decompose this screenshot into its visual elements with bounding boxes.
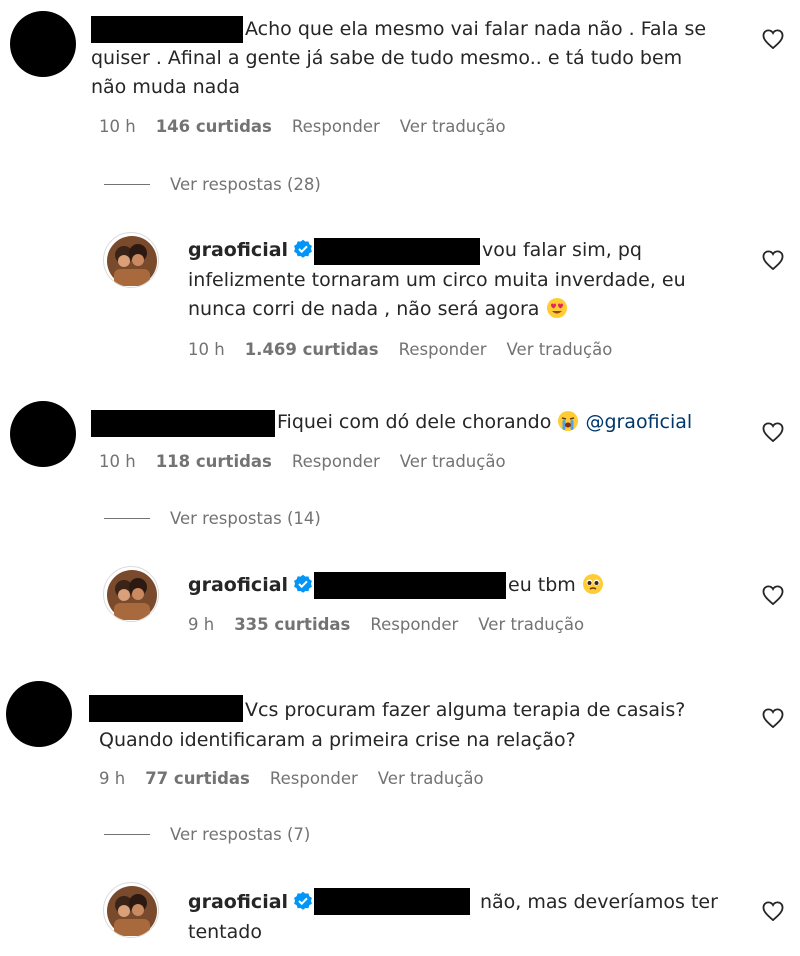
translate-button[interactable]: Ver tradução: [478, 615, 584, 634]
verified-badge-icon: [294, 891, 312, 910]
reply-button[interactable]: Responder: [399, 340, 487, 359]
translate-button[interactable]: Ver tradução: [378, 769, 484, 788]
heart-icon[interactable]: [762, 901, 784, 921]
heart-icon[interactable]: [762, 708, 784, 728]
redacted-username: [89, 695, 243, 722]
comment-text-line: Fiquei com dó dele chorando: [277, 411, 552, 433]
avatar-graoficial[interactable]: [103, 882, 159, 938]
translate-button[interactable]: Ver tradução: [400, 117, 506, 136]
reply-text: nunca corri de nada , não será agora: [188, 295, 568, 324]
likes-count[interactable]: 118 curtidas: [156, 452, 272, 471]
timestamp: 10 h: [99, 117, 136, 136]
timestamp: 10 h: [99, 452, 136, 471]
timestamp: 9 h: [188, 615, 215, 634]
divider: [104, 518, 150, 519]
verified-badge-icon: [294, 239, 312, 258]
redacted-username: [91, 410, 275, 437]
view-replies-label: Ver respostas (14): [170, 509, 321, 528]
view-replies-button[interactable]: Ver respostas (28): [104, 175, 321, 194]
divider: [104, 184, 150, 185]
username[interactable]: graoficial: [188, 574, 288, 596]
likes-count[interactable]: 1.469 curtidas: [245, 340, 379, 359]
translate-button[interactable]: Ver tradução: [400, 452, 506, 471]
view-replies-label: Ver respostas (28): [170, 175, 321, 194]
comment-text: Quando identificaram a primeira crise na…: [99, 729, 576, 751]
avatar-graoficial[interactable]: [103, 566, 159, 622]
reply-text: vou falar sim, pq: [482, 239, 642, 261]
heart-icon[interactable]: [762, 250, 784, 270]
comment-text: Acho que ela mesmo vai falar nada não . …: [245, 18, 707, 40]
reply-text: graoficial: [188, 236, 317, 265]
likes-count[interactable]: 77 curtidas: [145, 769, 250, 788]
comment-text: quiser . Afinal a gente já sabe de tudo …: [91, 47, 683, 69]
comment-meta: 9 h 77 curtidas Responder Ver tradução: [99, 769, 504, 788]
comment-meta: 10 h 118 curtidas Responder Ver tradução: [99, 452, 526, 471]
reply-button[interactable]: Responder: [292, 117, 380, 136]
reply-button[interactable]: Responder: [370, 615, 458, 634]
reply-text: não, mas deveríamos ter: [480, 891, 718, 913]
profile-photo-icon: [107, 236, 157, 286]
redacted-username: [91, 16, 243, 43]
heart-eyes-emoji-icon: [546, 298, 567, 318]
redacted-username: [314, 572, 506, 599]
likes-count[interactable]: 146 curtidas: [156, 117, 272, 136]
view-replies-label: Ver respostas (7): [170, 825, 311, 844]
avatar-graoficial[interactable]: [103, 232, 159, 288]
divider: [104, 834, 150, 835]
likes-count[interactable]: 335 curtidas: [234, 615, 350, 634]
heart-icon[interactable]: [762, 422, 784, 442]
heart-icon[interactable]: [762, 29, 784, 49]
profile-photo-icon: [107, 570, 157, 620]
reply-text: infelizmente tornaram um circo muita inv…: [188, 269, 686, 291]
reply-button[interactable]: Responder: [270, 769, 358, 788]
comment-text: Vcs procuram fazer alguma terapia de cas…: [245, 699, 686, 721]
reply-meta: 10 h 1.469 curtidas Responder Ver traduç…: [188, 340, 632, 359]
mention-link[interactable]: @graoficial: [585, 411, 692, 433]
reply-text: eu tbm: [508, 571, 604, 600]
view-replies-button[interactable]: Ver respostas (7): [104, 825, 310, 844]
translate-button[interactable]: Ver tradução: [507, 340, 613, 359]
verified-badge-icon: [294, 574, 312, 593]
avatar[interactable]: [6, 681, 72, 747]
loudly-crying-emoji-icon: [558, 411, 579, 431]
comment-meta: 10 h 146 curtidas Responder Ver tradução: [99, 117, 526, 136]
redacted-username: [314, 238, 480, 265]
view-replies-button[interactable]: Ver respostas (14): [104, 509, 321, 528]
heart-icon[interactable]: [762, 585, 784, 605]
avatar[interactable]: [10, 401, 76, 467]
timestamp: 9 h: [99, 769, 126, 788]
reply-text: tentado: [188, 921, 262, 943]
avatar[interactable]: [10, 11, 76, 77]
reply-text: graoficial: [188, 571, 317, 600]
pleading-face-emoji-icon: [582, 574, 603, 594]
reply-text-line: nunca corri de nada , não será agora: [188, 298, 540, 320]
comment-text: Fiquei com dó dele chorando @graoficial: [277, 408, 692, 437]
reply-meta: 9 h 335 curtidas Responder Ver tradução: [188, 615, 604, 634]
reply-button[interactable]: Responder: [292, 452, 380, 471]
profile-photo-icon: [107, 886, 157, 936]
username[interactable]: graoficial: [188, 239, 288, 261]
reply-text: graoficial: [188, 888, 317, 917]
timestamp: 10 h: [188, 340, 225, 359]
reply-text-line: eu tbm: [508, 574, 576, 596]
username[interactable]: graoficial: [188, 891, 288, 913]
comment-text: não muda nada: [91, 76, 241, 98]
redacted-username: [314, 888, 470, 915]
